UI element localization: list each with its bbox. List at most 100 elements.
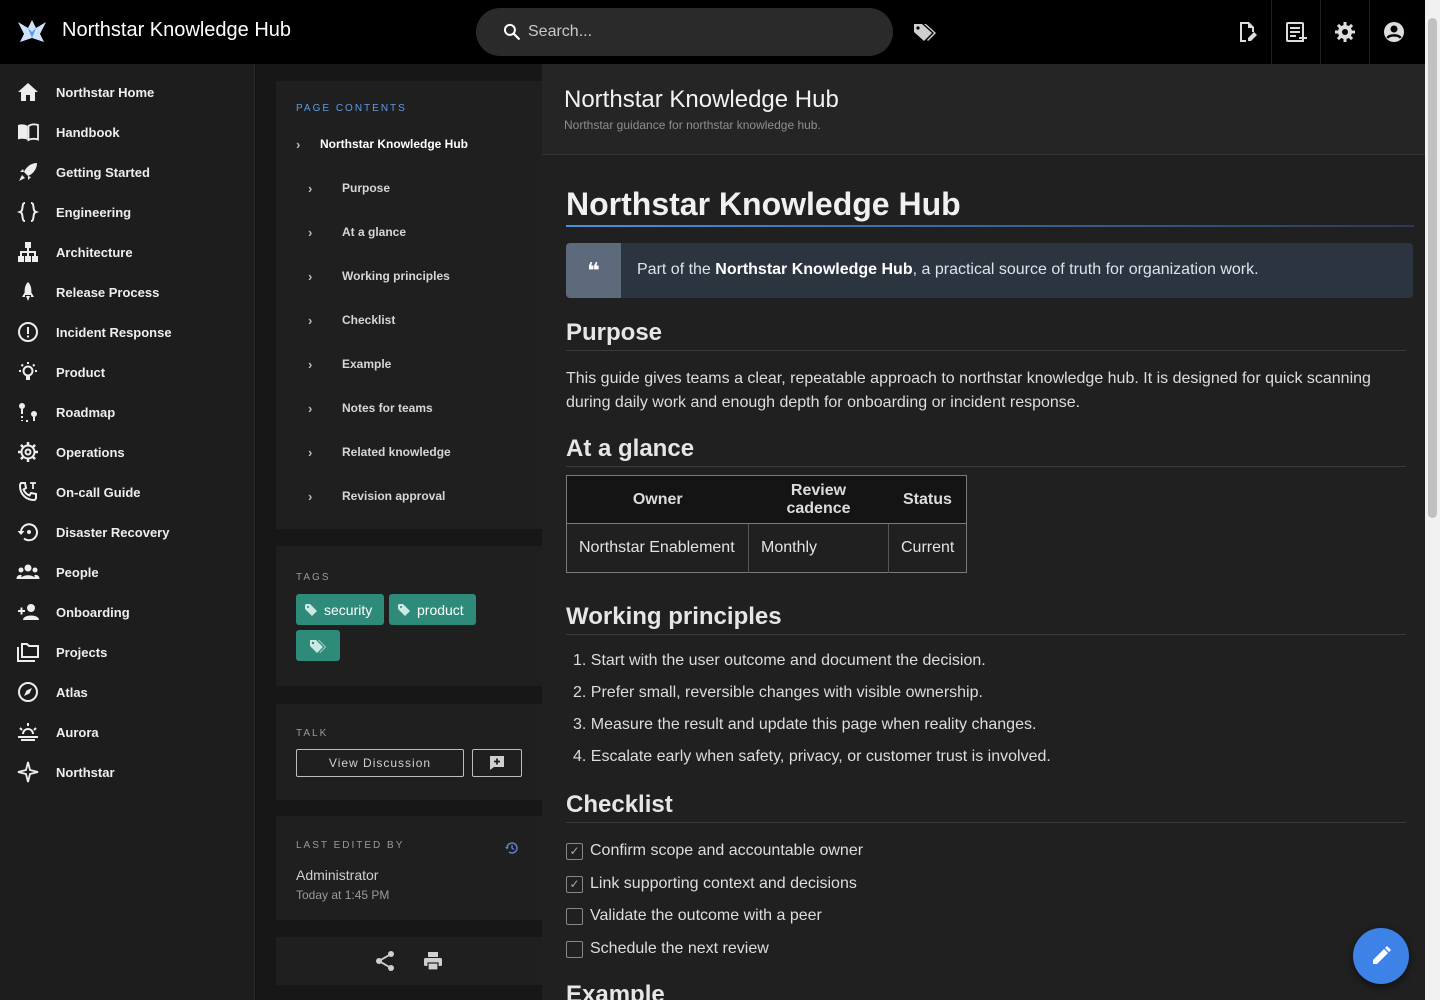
text-box-plus-icon bbox=[1286, 22, 1307, 42]
toc-item[interactable]: › At a glance bbox=[308, 222, 406, 242]
intro-callout: ❝ Part of the Northstar Knowledge Hub, a… bbox=[566, 243, 1413, 298]
chevron-right-icon: › bbox=[308, 312, 313, 328]
last-edited-card: LAST EDITED BY Administrator Today at 1:… bbox=[276, 816, 542, 920]
search-box[interactable]: Search... bbox=[476, 8, 893, 56]
checklist-item[interactable]: Validate the outcome with a peer bbox=[566, 904, 822, 928]
checkbox-unchecked[interactable] bbox=[566, 907, 583, 925]
browse-tags-button[interactable] bbox=[296, 630, 340, 661]
home-icon bbox=[18, 83, 38, 101]
sidebar-item-product[interactable]: Product bbox=[0, 352, 255, 392]
sidebar-item-architecture[interactable]: Architecture bbox=[0, 232, 255, 272]
checkbox-checked[interactable]: ✓ bbox=[566, 875, 583, 893]
table-header: Review cadence bbox=[748, 475, 889, 524]
checklist-item[interactable]: Schedule the next review bbox=[566, 937, 769, 961]
section-heading-checklist: Checklist bbox=[566, 791, 673, 818]
sidebar-item-projects[interactable]: Projects bbox=[0, 632, 255, 672]
printer-icon[interactable] bbox=[422, 950, 444, 972]
book-open-icon bbox=[18, 123, 39, 142]
chevron-right-icon: › bbox=[308, 224, 313, 240]
glance-table: Owner Review cadence Status Northstar En… bbox=[566, 475, 968, 573]
checklist-item[interactable]: ✓ Confirm scope and accountable owner bbox=[566, 839, 863, 863]
toc-item[interactable]: › Working principles bbox=[308, 266, 450, 286]
toc-item-label: Revision approval bbox=[342, 489, 446, 503]
sidebar-item-label: Disaster Recovery bbox=[56, 524, 170, 540]
last-edited-time: Today at 1:45 PM bbox=[296, 888, 390, 902]
tag-chip-product[interactable]: product bbox=[389, 594, 476, 625]
page-title: Northstar Knowledge Hub bbox=[564, 86, 839, 113]
tag-chip-security[interactable]: security bbox=[296, 594, 385, 625]
chevron-right-icon: › bbox=[308, 180, 313, 196]
tags-icon[interactable] bbox=[912, 20, 938, 44]
rocket-icon bbox=[19, 163, 37, 181]
checkbox-unchecked[interactable] bbox=[566, 940, 583, 958]
sidebar-item-onboarding[interactable]: Onboarding bbox=[0, 592, 255, 632]
cog-icon bbox=[18, 442, 38, 462]
sidebar-item-operations[interactable]: Operations bbox=[0, 432, 255, 472]
new-comment-button[interactable] bbox=[472, 749, 522, 777]
sidebar-item-label: Incident Response bbox=[56, 324, 172, 340]
page-sidebar: PAGE CONTENTS › Northstar Knowledge Hub … bbox=[256, 64, 542, 1000]
page-actions-button[interactable] bbox=[1271, 0, 1320, 64]
sidebar-item-handbook[interactable]: Handbook bbox=[0, 112, 255, 152]
sidebar-item-atlas[interactable]: Atlas bbox=[0, 672, 255, 712]
sidebar-item-on-call-guide[interactable]: On-call Guide bbox=[0, 472, 255, 512]
scrollbar-thumb[interactable] bbox=[1428, 18, 1437, 518]
toc-item[interactable]: › Purpose bbox=[308, 178, 390, 198]
admin-settings-button[interactable] bbox=[1320, 0, 1369, 64]
sidebar-item-getting-started[interactable]: Getting Started bbox=[0, 152, 255, 192]
toc-item-label: Example bbox=[342, 357, 392, 371]
sidebar-item-label: Getting Started bbox=[56, 164, 150, 180]
sidebar-item-release-process[interactable]: Release Process bbox=[0, 272, 255, 312]
checklist-label: Schedule the next review bbox=[590, 940, 769, 957]
toc-item-label: Northstar Knowledge Hub bbox=[320, 137, 469, 151]
view-discussion-button[interactable]: View Discussion bbox=[296, 749, 464, 777]
sidebar-item-aurora[interactable]: Aurora bbox=[0, 712, 255, 752]
chevron-right-icon: › bbox=[308, 356, 313, 372]
heading-underline bbox=[566, 225, 1414, 227]
sidebar-item-label: Northstar bbox=[56, 764, 115, 780]
toc-item[interactable]: › Checklist bbox=[308, 310, 395, 330]
app-title[interactable]: Northstar Knowledge Hub bbox=[62, 19, 291, 42]
folder-multiple-icon bbox=[17, 643, 39, 662]
sidebar-item-label: Northstar Home bbox=[56, 84, 155, 100]
checklist-label: Validate the outcome with a peer bbox=[590, 907, 822, 924]
search-input[interactable]: Search... bbox=[528, 23, 592, 41]
history-icon[interactable] bbox=[504, 840, 520, 856]
table-cell: Northstar Enablement bbox=[566, 523, 749, 573]
toc-item[interactable]: › Related knowledge bbox=[308, 442, 451, 462]
sitemap-icon bbox=[18, 242, 38, 262]
account-button[interactable] bbox=[1369, 0, 1418, 64]
checkbox-checked[interactable]: ✓ bbox=[566, 842, 583, 860]
sidebar-item-disaster-recovery[interactable]: Disaster Recovery bbox=[0, 512, 255, 552]
toc-item[interactable]: › Revision approval bbox=[308, 486, 445, 506]
edit-page-button[interactable] bbox=[1353, 928, 1409, 984]
toc-heading: PAGE CONTENTS bbox=[296, 103, 407, 114]
section-divider bbox=[566, 634, 1406, 635]
file-document-edit-icon bbox=[1239, 22, 1257, 42]
sidebar-item-people[interactable]: People bbox=[0, 552, 255, 592]
sidebar-item-northstar-home[interactable]: Northstar Home bbox=[0, 72, 255, 112]
sidebar-item-northstar[interactable]: Northstar bbox=[0, 752, 255, 792]
toc-item-label: Notes for teams bbox=[342, 401, 433, 415]
section-heading-at-a-glance: At a glance bbox=[566, 435, 695, 462]
page-scrollbar[interactable] bbox=[1425, 0, 1440, 1000]
callout-link[interactable]: Northstar Knowledge Hub bbox=[715, 261, 912, 278]
tags-heading: TAGS bbox=[296, 572, 331, 583]
sidebar-item-incident-response[interactable]: Incident Response bbox=[0, 312, 255, 352]
sidebar-nav: Northstar Home Handbook Getting Started … bbox=[0, 64, 255, 1000]
chevron-right-icon: › bbox=[296, 136, 301, 152]
sidebar-item-roadmap[interactable]: Roadmap bbox=[0, 392, 255, 432]
share-icon[interactable] bbox=[374, 950, 396, 972]
toc-item[interactable]: › Example bbox=[308, 354, 391, 374]
last-edited-heading: LAST EDITED BY bbox=[296, 840, 405, 851]
wiki-logo-icon[interactable] bbox=[16, 16, 48, 48]
new-page-button[interactable] bbox=[1222, 0, 1271, 64]
sidebar-item-engineering[interactable]: Engineering bbox=[0, 192, 255, 232]
section-heading-working-principles: Working principles bbox=[566, 603, 782, 630]
checklist-item[interactable]: ✓ Link supporting context and decisions bbox=[566, 872, 857, 896]
sidebar-item-label: Roadmap bbox=[56, 404, 116, 420]
toc-card: PAGE CONTENTS › Northstar Knowledge Hub … bbox=[276, 81, 542, 529]
chevron-right-icon: › bbox=[308, 268, 313, 284]
toc-item[interactable]: › Notes for teams bbox=[308, 398, 433, 418]
toc-item-top[interactable]: › Northstar Knowledge Hub bbox=[296, 134, 468, 154]
